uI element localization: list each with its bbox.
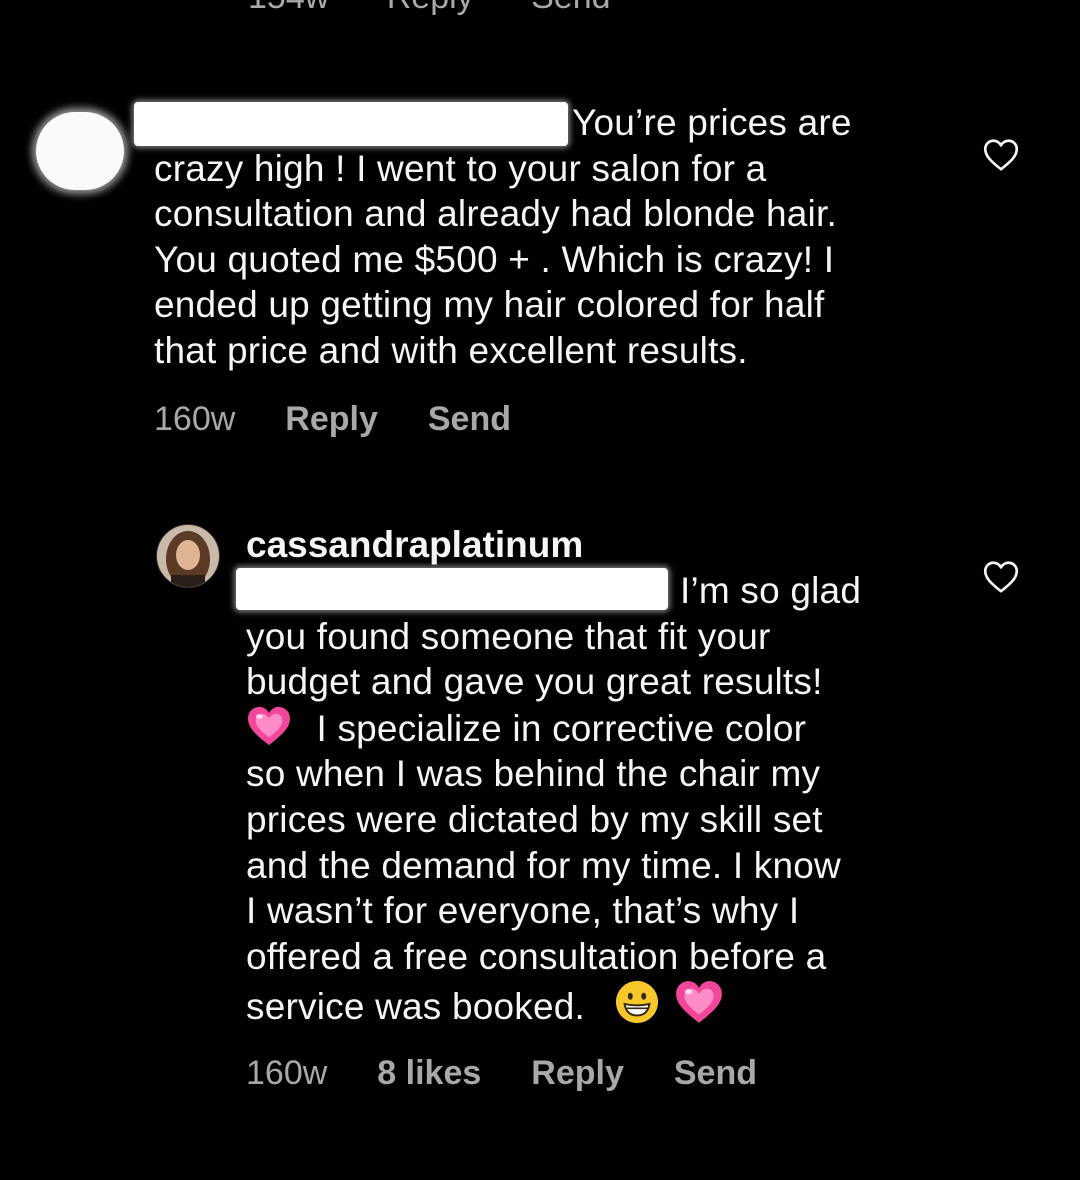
- reply-button[interactable]: Reply: [531, 1054, 624, 1093]
- send-button[interactable]: Send: [674, 1054, 757, 1093]
- growing-heart-emoji: [676, 981, 722, 1024]
- comment-time: 160w: [154, 400, 236, 438]
- previous-comment-meta: 154w Reply Send: [248, 0, 659, 17]
- reply-button[interactable]: Reply: [285, 400, 378, 439]
- reply-time: 160w: [246, 1054, 328, 1092]
- growing-heart-emoji: [248, 706, 290, 745]
- grinning-face-emoji: [615, 981, 658, 1024]
- heart-outline-icon[interactable]: [983, 560, 1019, 594]
- likes-count[interactable]: 8 likes: [377, 1054, 481, 1093]
- reply-body: I’m so glad you found someone that fit y…: [246, 570, 862, 1028]
- comment-body: You’re prices are crazy high ! I went to…: [154, 102, 852, 371]
- reply-meta: 160w 8 likes Reply Send: [246, 1054, 757, 1093]
- avatar[interactable]: [156, 524, 220, 588]
- profile-photo: [157, 525, 219, 587]
- previous-send-button[interactable]: Send: [531, 0, 610, 16]
- send-button[interactable]: Send: [428, 400, 511, 439]
- comment-meta: 160w Reply Send: [154, 400, 511, 439]
- previous-comment-time: 154w: [248, 0, 329, 16]
- reply-username[interactable]: cassandraplatinum: [246, 524, 583, 566]
- heart-outline-icon[interactable]: [983, 138, 1019, 172]
- commenter-avatar-redacted[interactable]: [36, 112, 124, 190]
- previous-reply-button[interactable]: Reply: [387, 0, 474, 16]
